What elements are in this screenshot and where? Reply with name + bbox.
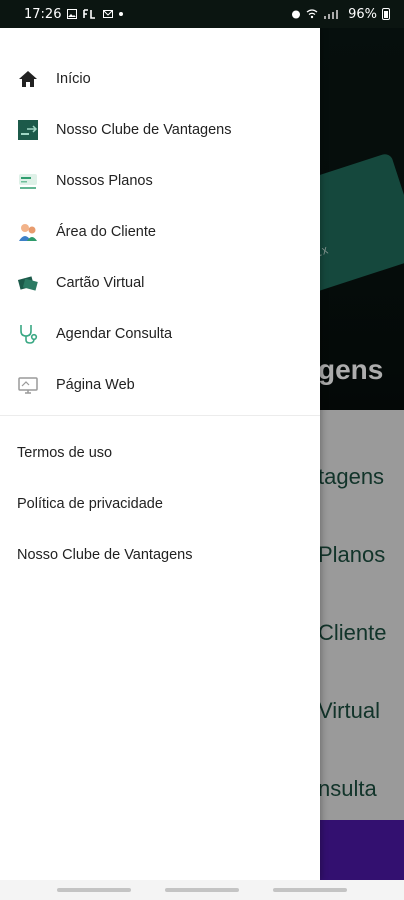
menu-item-label: Página Web (56, 376, 135, 393)
menu-item-area-cliente[interactable]: Área do Cliente (0, 206, 320, 257)
stethoscope-icon (17, 323, 39, 345)
link-clube-vantagens[interactable]: Nosso Clube de Vantagens (0, 529, 320, 580)
system-navigation-bar (0, 880, 404, 900)
home-icon (17, 68, 39, 90)
notification-app-icon (83, 9, 96, 19)
menu-item-cartao-virtual[interactable]: Cartão Virtual (0, 257, 320, 308)
wifi-icon (306, 9, 318, 19)
status-time: 17:26 (24, 6, 62, 22)
more-notifications-icon (119, 12, 124, 16)
menu-item-clube-vantagens[interactable]: Nosso Clube de Vantagens (0, 104, 320, 155)
gallery-icon (67, 9, 78, 19)
navigation-drawer: Início Nosso Clube de Vantagens Nossos P… (0, 28, 320, 880)
battery-icon (382, 8, 390, 20)
plans-icon (17, 170, 39, 192)
menu-item-label: Agendar Consulta (56, 325, 173, 342)
menu-item-label: Início (56, 70, 91, 87)
menu-item-label: Área do Cliente (56, 223, 156, 240)
menu-item-label: Nossos Planos (56, 172, 153, 189)
menu-item-pagina-web[interactable]: Página Web (0, 359, 320, 410)
status-bar: 17:26 96% (0, 0, 404, 28)
link-termos-de-uso[interactable]: Termos de uso (0, 427, 320, 478)
virtual-card-icon (17, 272, 39, 294)
menu-item-planos[interactable]: Nossos Planos (0, 155, 320, 206)
menu-item-label: Cartão Virtual (56, 274, 145, 291)
battery-level: 96% (348, 6, 377, 22)
client-area-icon (17, 221, 39, 243)
menu-item-inicio[interactable]: Início (0, 53, 320, 104)
alarm-icon (292, 10, 301, 19)
drawer-menu: Início Nosso Clube de Vantagens Nossos P… (0, 53, 320, 410)
nav-back-button[interactable] (273, 888, 347, 892)
web-page-icon (17, 374, 39, 396)
nav-home-button[interactable] (165, 888, 239, 892)
mail-icon (103, 10, 114, 18)
club-card-icon (17, 119, 39, 141)
link-politica-privacidade[interactable]: Política de privacidade (0, 478, 320, 529)
signal-icon (324, 10, 339, 19)
nav-recents-button[interactable] (57, 888, 131, 892)
drawer-links: Termos de uso Política de privacidade No… (0, 427, 320, 580)
menu-item-label: Nosso Clube de Vantagens (56, 121, 232, 138)
menu-item-agendar-consulta[interactable]: Agendar Consulta (0, 308, 320, 359)
drawer-divider (0, 415, 320, 416)
